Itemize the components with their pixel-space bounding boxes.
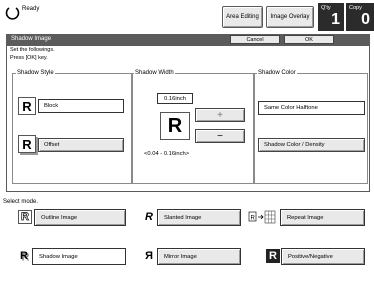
decrease-width-button[interactable]: − [195, 129, 245, 143]
slanted-image-icon: R [145, 211, 153, 223]
shadow-color-group [254, 73, 368, 184]
svg-text:R: R [251, 216, 256, 222]
mirror-image-button[interactable]: Mirror Image [157, 248, 241, 265]
quantity-display: Q'ty 1 [318, 3, 344, 31]
copy-value: 0 [361, 11, 370, 28]
same-color-halftone-button[interactable]: Same Color Halftone [258, 101, 365, 115]
offset-style-button[interactable]: Offset [38, 138, 124, 152]
shadow-style-title: Shadow Style [16, 70, 55, 76]
shadow-image-button[interactable]: Shadow Image [32, 248, 126, 265]
block-style-label: Block [44, 103, 59, 109]
block-style-icon: R [18, 97, 36, 115]
dialog-title: Shadow Image [11, 36, 52, 42]
shadow-color-density-button[interactable]: Shadow Color / Density [258, 138, 365, 152]
block-style-button[interactable]: Block [38, 99, 124, 113]
repeat-image-button[interactable]: Repeat Image [280, 209, 365, 226]
shadow-style-group [12, 73, 132, 184]
positive-negative-button[interactable]: Positive/Negative [281, 248, 365, 265]
shadow-color-density-label: Shadow Color / Density [264, 142, 325, 148]
qty-label: Q'ty [321, 5, 331, 11]
qty-value: 1 [331, 11, 340, 28]
ok-button[interactable]: OK [284, 35, 334, 44]
shadow-width-preview-icon: R [160, 112, 190, 140]
same-color-halftone-label: Same Color Halftone [264, 105, 318, 111]
shadow-image-icon: R [20, 250, 28, 262]
shadow-width-title: Shadow Width [134, 70, 175, 76]
dialog-titlebar: Shadow Image Cancel OK [6, 34, 370, 45]
power-ready-icon [5, 7, 20, 20]
outline-image-button[interactable]: Outline Image [34, 209, 126, 226]
repeat-image-icon: R [248, 210, 276, 224]
offset-style-icon: R [18, 135, 36, 153]
ready-label: Ready [22, 6, 40, 12]
area-editing-button[interactable]: Area Editing [222, 6, 263, 28]
outline-image-icon: R [18, 210, 32, 224]
slanted-image-button[interactable]: Slanted Image [157, 209, 241, 226]
cancel-button[interactable]: Cancel [230, 35, 280, 44]
offset-style-label: Offset [44, 142, 60, 148]
image-overlay-button[interactable]: Image Overlay [266, 6, 314, 28]
shadow-color-title: Shadow Color [257, 70, 297, 76]
instruction-line-1: Set the followings. [10, 47, 55, 53]
copy-counter: Copy 0 [346, 3, 374, 31]
shadow-width-value: 0.16inch [157, 93, 193, 104]
select-mode-label: Select mode. [3, 199, 39, 205]
increase-width-button[interactable]: + [195, 108, 245, 122]
positive-negative-icon: R [266, 249, 280, 263]
instruction-line-2: Press [OK] key. [10, 55, 48, 61]
shadow-width-range: <0.04 - 0.16inch> [144, 151, 190, 157]
mirror-image-icon: R [145, 250, 153, 262]
copy-label: Copy [349, 5, 362, 11]
